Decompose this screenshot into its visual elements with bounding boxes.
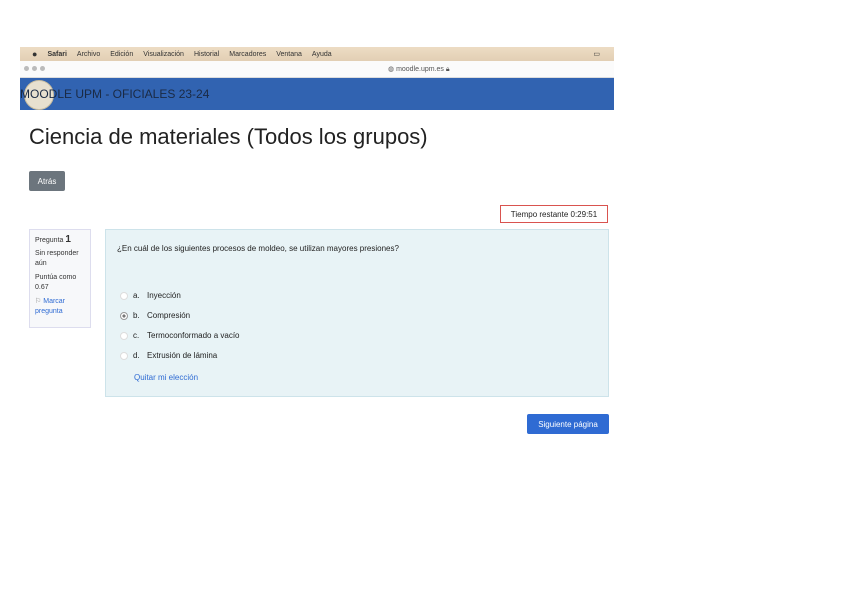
back-button[interactable]: Atrás (29, 171, 65, 191)
clear-choice-link[interactable]: Quitar mi elección (134, 373, 198, 382)
question-label: Pregunta (35, 237, 64, 244)
timer: Tiempo restante 0:29:51 (500, 205, 608, 223)
menu-marcadores[interactable]: Marcadores (229, 51, 266, 58)
option-label: Inyección (147, 291, 181, 300)
window-controls[interactable] (24, 66, 48, 73)
menu-ventana[interactable]: Ventana (276, 51, 302, 58)
menu-visualizacion[interactable]: Visualización (143, 51, 184, 58)
question-status: Sin responder aún (35, 250, 79, 267)
radio-b[interactable] (120, 311, 128, 320)
next-page-button[interactable]: Siguiente página (527, 414, 609, 434)
question-info: Pregunta 1 Sin responder aún Puntúa como… (29, 229, 91, 328)
menu-archivo[interactable]: Archivo (77, 51, 100, 58)
url-text: moodle.upm.es (396, 66, 444, 73)
radio-d[interactable] (120, 351, 128, 360)
menu-ayuda[interactable]: Ayuda (312, 51, 332, 58)
option-letter: b. (133, 311, 140, 320)
option-a[interactable]: a. Inyección (120, 291, 181, 300)
menu-historial[interactable]: Historial (194, 51, 219, 58)
lock-icon: 🔒︎ (445, 66, 450, 73)
question-text: ¿En cuál de los siguientes procesos de m… (117, 244, 399, 253)
option-b[interactable]: b. Compresión (120, 311, 190, 320)
site-name[interactable]: MOODLE UPM - OFICIALES 23-24 (20, 87, 209, 101)
radio-a[interactable] (120, 291, 128, 300)
option-c[interactable]: c. Termoconformado a vacío (120, 331, 240, 340)
flag-question-link[interactable]: ⚐ Marcar pregunta (35, 297, 85, 317)
address-bar: ◍ moodle.upm.es 🔒︎ (20, 61, 614, 78)
option-label: Compresión (147, 311, 191, 320)
option-d[interactable]: d. Extrusión de lámina (120, 351, 217, 360)
mac-menubar: ● Safari Archivo Edición Visualización H… (20, 47, 614, 61)
option-letter: c. (133, 331, 140, 340)
flag-icon: ⚐ (35, 298, 42, 305)
option-label: Extrusión de lámina (147, 351, 218, 360)
option-letter: a. (133, 291, 140, 300)
question-score: Puntúa como 0.67 (35, 274, 77, 291)
radio-c[interactable] (120, 331, 128, 340)
apple-icon[interactable]: ● (32, 49, 37, 59)
option-label: Termoconformado a vacío (147, 331, 240, 340)
question-box: ¿En cuál de los siguientes procesos de m… (105, 229, 609, 397)
option-letter: d. (133, 351, 140, 360)
display-icon[interactable]: ▭ (593, 50, 600, 58)
question-number: 1 (65, 234, 71, 245)
menu-safari[interactable]: Safari (47, 51, 66, 58)
page-title: Ciencia de materiales (Todos los grupos) (29, 124, 428, 149)
url-field[interactable]: ◍ moodle.upm.es 🔒︎ (388, 65, 450, 74)
menu-edicion[interactable]: Edición (110, 51, 133, 58)
